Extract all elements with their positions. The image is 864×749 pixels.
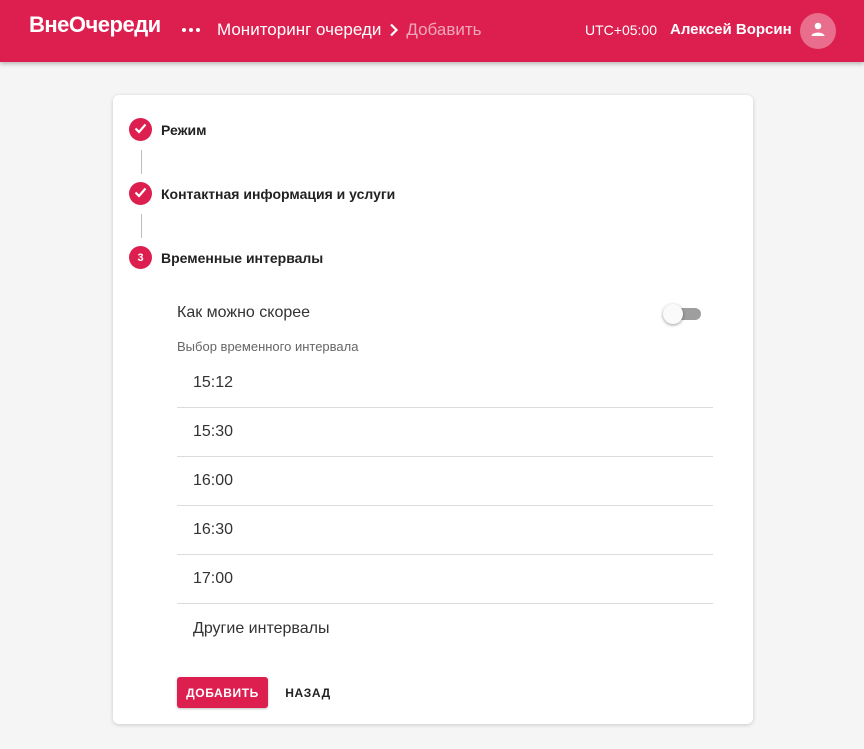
check-icon	[134, 123, 147, 137]
breadcrumb-next: Добавить	[406, 20, 482, 39]
step-connector	[141, 150, 142, 174]
interval-option[interactable]: 15:12	[177, 359, 713, 408]
timezone-label: UTC+05:00	[585, 22, 657, 38]
interval-list: 15:12 15:30 16:00 16:30 17:00 Другие инт…	[177, 359, 713, 653]
user-name[interactable]: Алексей Ворсин	[670, 21, 792, 38]
step-connector	[141, 214, 142, 238]
chevron-right-icon	[389, 23, 399, 37]
top-app-bar: ВнеОчереди Мониторинг очереди Добавить U…	[0, 0, 864, 62]
interval-option[interactable]: 16:30	[177, 506, 713, 555]
more-menu-icon[interactable]	[182, 22, 200, 38]
toggle-thumb	[663, 304, 683, 324]
interval-section-label: Выбор временного интервала	[177, 339, 359, 354]
other-intervals-option[interactable]: Другие интервалы	[177, 604, 713, 653]
user-icon	[810, 21, 826, 42]
step-done-badge	[129, 118, 152, 141]
asap-label: Как можно скорее	[177, 304, 311, 321]
step-contacts[interactable]: Контактная информация и услуги	[129, 182, 395, 205]
add-button[interactable]: ДОБАВИТЬ	[177, 677, 268, 708]
interval-option[interactable]: 15:30	[177, 408, 713, 457]
step-label: Режим	[161, 121, 207, 138]
step-done-badge	[129, 182, 152, 205]
check-icon	[134, 187, 147, 201]
avatar[interactable]	[800, 13, 836, 49]
asap-toggle[interactable]	[663, 304, 703, 324]
step-time-intervals[interactable]: 3 Временные интервалы	[129, 246, 323, 269]
step-number-badge: 3	[129, 246, 152, 269]
app-logo[interactable]: ВнеОчереди	[29, 12, 161, 38]
breadcrumb-current[interactable]: Мониторинг очереди	[217, 20, 381, 40]
breadcrumb: Мониторинг очереди Добавить	[217, 20, 482, 40]
form-card: Режим Контактная информация и услуги 3 В…	[113, 95, 753, 724]
interval-option[interactable]: 16:00	[177, 457, 713, 506]
step-label: Временные интервалы	[161, 249, 324, 266]
step-label: Контактная информация и услуги	[161, 185, 396, 202]
back-button[interactable]: НАЗАД	[277, 677, 339, 708]
step-mode[interactable]: Режим	[129, 118, 206, 141]
interval-option[interactable]: 17:00	[177, 555, 713, 604]
